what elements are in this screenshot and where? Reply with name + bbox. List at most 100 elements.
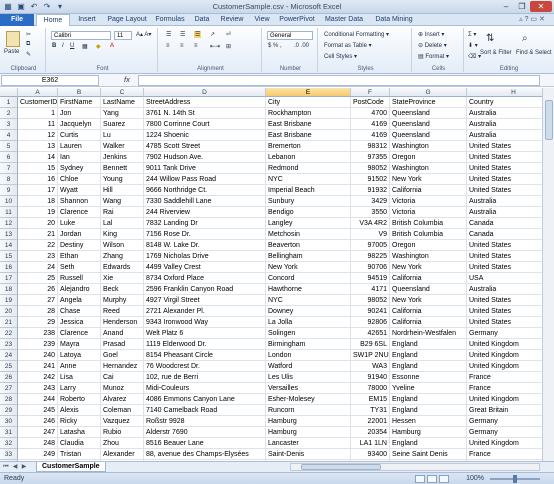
table-cell[interactable]: New York <box>390 174 467 185</box>
table-cell[interactable]: LA1 1LN <box>351 438 390 449</box>
table-cell[interactable]: 26 <box>18 284 58 295</box>
table-cell[interactable]: Lauren <box>58 141 101 152</box>
table-cell[interactable]: Victoria <box>390 207 467 218</box>
table-cell[interactable]: Yang <box>101 108 144 119</box>
table-cell[interactable]: Hawthorne <box>266 284 351 295</box>
table-cell[interactable]: 242 <box>18 372 58 383</box>
table-cell[interactable]: 247 <box>18 427 58 438</box>
table-cell[interactable]: United States <box>467 306 554 317</box>
decimal-icon[interactable]: .0 .00 <box>294 43 309 49</box>
align-right-icon[interactable]: ≡ <box>194 43 198 49</box>
table-cell[interactable]: 9343 Ironwood Way <box>144 317 266 328</box>
table-cell[interactable]: Tristan <box>58 449 101 460</box>
table-cell[interactable]: 1224 Shoenic <box>144 130 266 141</box>
table-cell[interactable]: Xie <box>101 273 144 284</box>
tab-formulas[interactable]: Formulas <box>152 14 188 26</box>
delete-cells-button[interactable]: ⊖ Delete ▾ <box>418 42 447 49</box>
table-cell[interactable]: United Kingdom <box>467 339 554 350</box>
table-cell[interactable]: Esher-Molesey <box>266 394 351 405</box>
table-cell[interactable]: Sunbury <box>266 196 351 207</box>
column-header-f[interactable]: F <box>351 88 390 97</box>
table-cell[interactable]: Redmond <box>266 163 351 174</box>
formula-input[interactable] <box>138 75 540 86</box>
table-cell[interactable]: 8516 Beauer Lane <box>144 438 266 449</box>
table-cell[interactable]: 4785 Scott Street <box>144 141 266 152</box>
header-cell[interactable]: PostCode <box>351 97 390 108</box>
table-cell[interactable]: 7832 Landing Dr <box>144 218 266 229</box>
row-header[interactable]: 22 <box>0 328 18 339</box>
table-cell[interactable]: United States <box>467 185 554 196</box>
row-header[interactable]: 14 <box>0 240 18 251</box>
fill-color-icon[interactable]: ◆ <box>96 43 101 50</box>
row-header[interactable]: 19 <box>0 295 18 306</box>
table-cell[interactable]: Alexander <box>101 449 144 460</box>
table-cell[interactable]: Suarez <box>101 119 144 130</box>
zoom-slider-knob[interactable] <box>513 475 517 483</box>
header-cell[interactable]: CustomerID <box>18 97 58 108</box>
horizontal-scrollbar[interactable] <box>290 463 540 471</box>
table-cell[interactable]: 91502 <box>351 174 390 185</box>
page-layout-view-icon[interactable] <box>427 475 437 483</box>
table-cell[interactable]: Clarence <box>58 328 101 339</box>
table-cell[interactable]: V9 <box>351 229 390 240</box>
table-cell[interactable]: Queensland <box>390 119 467 130</box>
font-name-select[interactable]: Calibri <box>51 31 111 40</box>
table-cell[interactable]: Alexis <box>58 405 101 416</box>
column-header-g[interactable]: G <box>390 88 467 97</box>
table-cell[interactable]: 24 <box>18 262 58 273</box>
table-cell[interactable]: 98052 <box>351 163 390 174</box>
table-cell[interactable]: Nordrhein-Westfalen <box>390 328 467 339</box>
row-header[interactable]: 30 <box>0 416 18 427</box>
borders-icon[interactable]: ▦ <box>82 43 88 50</box>
table-cell[interactable]: Angela <box>58 295 101 306</box>
header-cell[interactable]: Country <box>467 97 554 108</box>
table-cell[interactable]: 8148 W. Lake Dr. <box>144 240 266 251</box>
table-cell[interactable]: Roßstr 9928 <box>144 416 266 427</box>
find-select-button[interactable]: Find & Select <box>516 50 552 56</box>
autosum-icon[interactable]: Σ ▾ <box>468 31 476 38</box>
insert-cells-button[interactable]: ⊕ Insert ▾ <box>418 31 444 38</box>
row-header[interactable]: 9 <box>0 185 18 196</box>
table-cell[interactable]: France <box>467 449 554 460</box>
table-cell[interactable]: Hamburg <box>266 427 351 438</box>
table-cell[interactable]: Murphy <box>101 295 144 306</box>
italic-button[interactable]: I <box>62 43 64 49</box>
table-cell[interactable]: USA <box>467 273 554 284</box>
table-cell[interactable]: Imperial Beach <box>266 185 351 196</box>
table-cell[interactable]: British Columbia <box>390 229 467 240</box>
conditional-formatting-button[interactable]: Conditional Formatting ▾ <box>324 31 389 38</box>
table-cell[interactable]: Hamburg <box>266 416 351 427</box>
table-cell[interactable]: Latoya <box>58 350 101 361</box>
table-cell[interactable]: Wyatt <box>58 185 101 196</box>
table-cell[interactable]: United States <box>467 240 554 251</box>
table-cell[interactable]: 93400 <box>351 449 390 460</box>
table-cell[interactable]: Anne <box>58 361 101 372</box>
table-cell[interactable]: 21 <box>18 229 58 240</box>
table-cell[interactable]: 4499 Valley Crest <box>144 262 266 273</box>
table-cell[interactable]: Australia <box>467 130 554 141</box>
find-icon[interactable]: ⌕ <box>522 33 528 44</box>
tab-data-mining[interactable]: Data Mining <box>370 14 418 26</box>
row-header[interactable]: 26 <box>0 372 18 383</box>
table-cell[interactable]: Runcorn <box>266 405 351 416</box>
table-cell[interactable]: England <box>390 405 467 416</box>
table-cell[interactable]: Rubio <box>101 427 144 438</box>
table-cell[interactable]: 11 <box>18 119 58 130</box>
row-header[interactable]: 33 <box>0 449 18 460</box>
table-cell[interactable]: Zhou <box>101 438 144 449</box>
table-cell[interactable]: Bendigo <box>266 207 351 218</box>
table-cell[interactable]: Zhang <box>101 251 144 262</box>
table-cell[interactable]: England <box>390 438 467 449</box>
align-center-icon[interactable]: ≡ <box>180 43 184 49</box>
table-cell[interactable]: Bellingham <box>266 251 351 262</box>
table-cell[interactable]: Saint-Denis <box>266 449 351 460</box>
table-cell[interactable]: Jordan <box>58 229 101 240</box>
table-cell[interactable]: 16 <box>18 174 58 185</box>
table-cell[interactable]: La Jolla <box>266 317 351 328</box>
table-cell[interactable]: 244 Willow Pass Road <box>144 174 266 185</box>
table-cell[interactable]: Claudia <box>58 438 101 449</box>
table-cell[interactable]: King <box>101 229 144 240</box>
table-cell[interactable]: Solingen <box>266 328 351 339</box>
table-cell[interactable]: WA3 <box>351 361 390 372</box>
table-cell[interactable]: Vazquez <box>101 416 144 427</box>
